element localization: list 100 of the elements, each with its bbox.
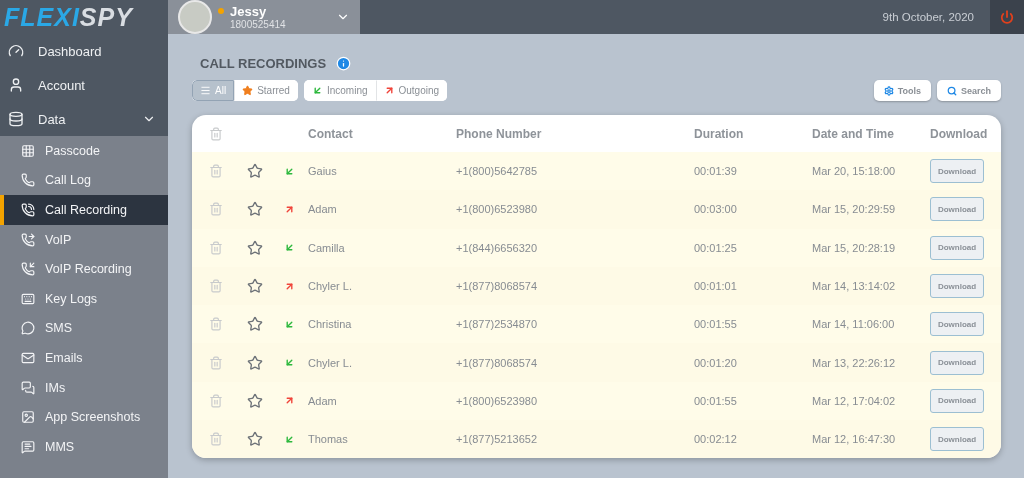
table-cell-text: Mar 15, 20:28:19 [812, 241, 897, 254]
star-icon[interactable] [247, 392, 263, 409]
power-button[interactable] [990, 0, 1024, 34]
download-button[interactable]: Download [930, 274, 984, 299]
trash-icon[interactable] [209, 393, 223, 408]
star-icon[interactable] [247, 278, 263, 295]
star-icon[interactable] [247, 354, 263, 371]
table-cell-text: Christina [308, 318, 353, 331]
column-header: Contact [308, 126, 354, 141]
list-icon [200, 85, 211, 96]
trash-icon[interactable] [209, 355, 223, 370]
table-cell-text: Mar 20, 15:18:00 [812, 165, 897, 178]
avatar [178, 0, 212, 34]
column-header: Download [930, 126, 989, 141]
table-cell-text: Mar 13, 22:26:12 [812, 356, 897, 369]
page-title: CALL RECORDINGS [200, 56, 327, 71]
sidebar-item[interactable]: Dashboard [0, 34, 168, 68]
filter-button[interactable]: Starred [234, 80, 298, 101]
table-cell-text: Mar 12, 17:04:02 [812, 394, 897, 407]
star-icon[interactable] [247, 239, 263, 256]
table-cell-text: +1(877)2534870 [456, 318, 539, 331]
download-button[interactable]: Download [930, 159, 984, 184]
sidebar-icon [21, 321, 35, 336]
sidebar-icon [21, 232, 35, 247]
column-header: Date and Time [812, 126, 895, 141]
table-cell-text: 00:03:00 [694, 203, 738, 216]
logo: FLEXISPY [0, 0, 168, 34]
sidebar-icon [21, 380, 35, 395]
trash-icon[interactable] [209, 126, 223, 141]
table-cell-text: 00:02:12 [694, 433, 738, 446]
trash-icon[interactable] [209, 164, 223, 179]
table-cell-text: Mar 14, 11:06:00 [812, 318, 896, 331]
download-button[interactable]: Download [930, 312, 984, 337]
table-cell-text: Mar 12, 16:47:30 [812, 433, 897, 446]
user-name: Jessy [230, 4, 268, 19]
table-cell-text: +1(877)5213652 [456, 433, 539, 446]
star-icon[interactable] [247, 316, 263, 333]
trash-icon[interactable] [209, 202, 223, 217]
sidebar-icon [21, 143, 35, 158]
column-header: Phone Number [456, 126, 543, 141]
filter-button[interactable]: Outgoing [375, 80, 448, 101]
table-cell-text: +1(800)5642785 [456, 165, 539, 178]
date-text: 9th October, 2020 [882, 11, 975, 23]
table-cell-text: Chyler L. [308, 356, 354, 369]
user-phone: 1800525414 [230, 19, 287, 30]
star-icon[interactable] [247, 431, 263, 448]
sidebar-icon [21, 410, 35, 425]
sidebar-icon [21, 173, 35, 188]
user-menu[interactable]: Jessy 1800525414 [168, 0, 360, 34]
search-icon [946, 85, 957, 96]
table-cell-text: +1(844)6656320 [456, 241, 539, 254]
table-cell-text: Chyler L. [308, 280, 354, 293]
tools-button[interactable]: Tools [873, 80, 931, 101]
sidebar-icon [8, 77, 24, 93]
table-cell-text: 00:01:55 [694, 394, 738, 407]
status-dot [218, 8, 224, 14]
sidebar-icon [21, 203, 35, 217]
table-cell-text: 00:01:39 [694, 165, 738, 178]
table-cell-text: +1(800)6523980 [456, 203, 539, 216]
trash-icon[interactable] [209, 279, 223, 294]
table-cell-text: Adam [308, 203, 338, 216]
column-header: Duration [694, 126, 745, 141]
table-cell-text: Adam [308, 394, 338, 407]
download-button[interactable]: Download [930, 235, 984, 260]
table-cell-text: Camilla [308, 241, 346, 254]
sidebar-icon [21, 350, 35, 365]
filter-button[interactable]: All [192, 80, 235, 101]
settings-icon [883, 85, 894, 96]
star-icon [242, 85, 254, 96]
download-button[interactable]: Download [930, 350, 984, 375]
table-cell-text: 00:01:01 [694, 280, 738, 293]
table-cell-text: +1(877)8068574 [456, 356, 539, 369]
table-cell-text: 00:01:25 [694, 241, 738, 254]
table-cell-text: Thomas [308, 433, 349, 446]
table-cell-text: 00:01:20 [694, 356, 738, 369]
trash-icon[interactable] [209, 432, 223, 447]
trash-icon[interactable] [209, 240, 223, 255]
download-button[interactable]: Download [930, 388, 984, 413]
table-cell-text: +1(877)8068574 [456, 280, 539, 293]
table-cell-text: Mar 14, 13:14:02 [812, 280, 897, 293]
search-button[interactable]: Search [936, 80, 1001, 101]
star-icon[interactable] [247, 163, 263, 180]
table-cell-text: Mar 15, 20:29:59 [812, 203, 897, 216]
table-cell-text: 00:01:55 [694, 318, 738, 331]
power-icon [1000, 10, 1014, 24]
sidebar-item[interactable]: Data [0, 102, 168, 136]
info-icon[interactable] [336, 56, 352, 71]
trash-icon[interactable] [209, 317, 223, 332]
sidebar-icon [21, 291, 35, 306]
star-icon[interactable] [247, 201, 263, 218]
table-cell-text: Gaius [308, 165, 338, 178]
sidebar-item[interactable]: Account [0, 68, 168, 102]
sidebar-icon [21, 262, 35, 277]
sidebar-icon [8, 111, 24, 127]
sidebar-icon [8, 43, 24, 59]
download-button[interactable]: Download [930, 427, 984, 452]
sidebar-item[interactable]: Call Recording [0, 195, 168, 225]
sidebar-icon [21, 439, 35, 454]
download-button[interactable]: Download [930, 197, 984, 222]
table-cell-text: +1(800)6523980 [456, 394, 539, 407]
